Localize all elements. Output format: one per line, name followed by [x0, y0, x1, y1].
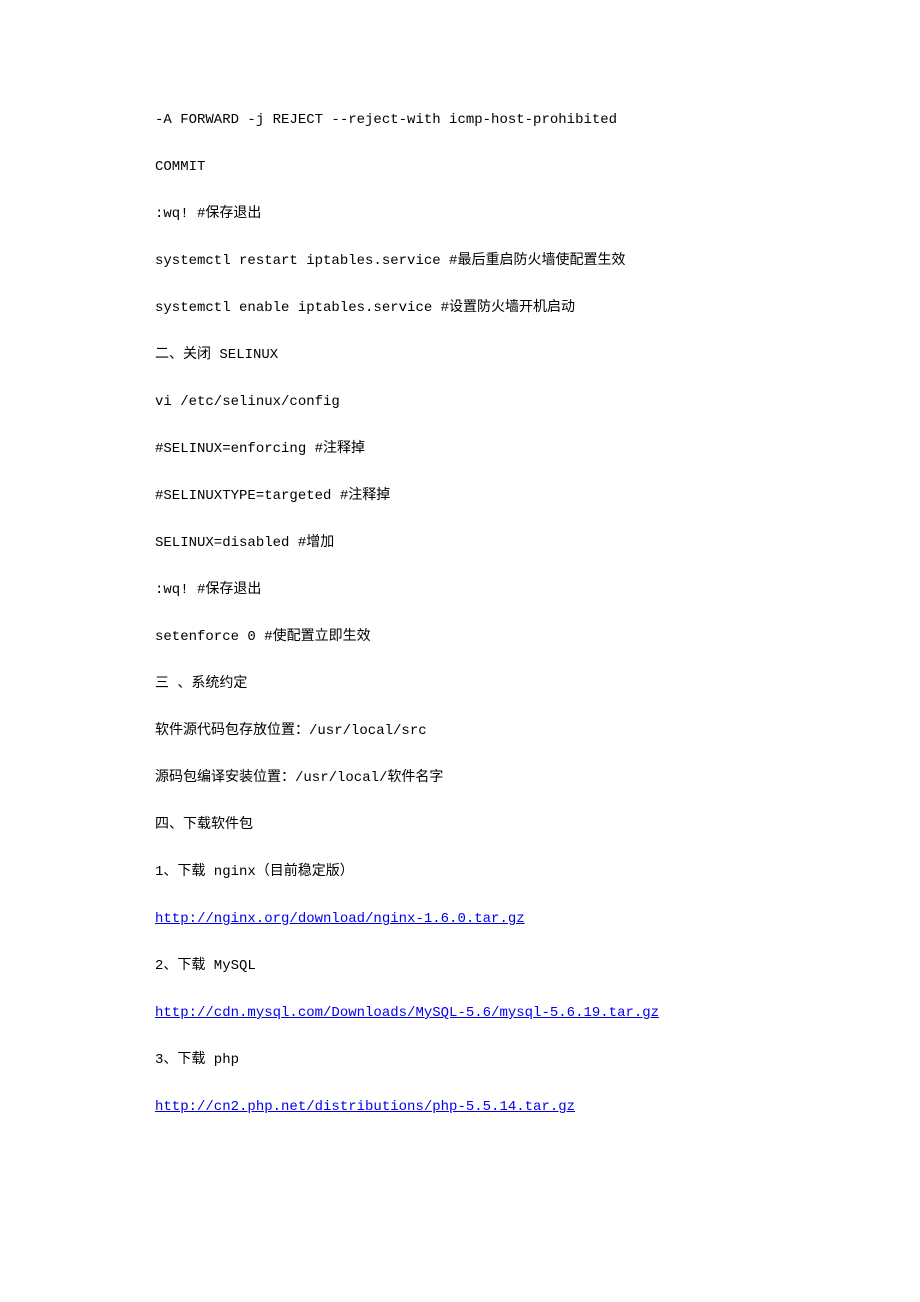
- text-line: setenforce 0 #使配置立即生效: [155, 627, 765, 648]
- text-line: :wq! #保存退出: [155, 204, 765, 225]
- section-heading: 四、下载软件包: [155, 815, 765, 836]
- section-heading: 二、关闭 SELINUX: [155, 345, 765, 366]
- text-line: SELINUX=disabled #增加: [155, 533, 765, 554]
- text-line: #SELINUX=enforcing #注释掉: [155, 439, 765, 460]
- text-line: 2、下载 MySQL: [155, 956, 765, 977]
- download-link-php[interactable]: http://cn2.php.net/distributions/php-5.5…: [155, 1099, 575, 1115]
- download-link-nginx[interactable]: http://nginx.org/download/nginx-1.6.0.ta…: [155, 911, 525, 927]
- text-line: systemctl restart iptables.service #最后重启…: [155, 251, 765, 272]
- text-line: 软件源代码包存放位置：/usr/local/src: [155, 721, 765, 742]
- text-line: vi /etc/selinux/config: [155, 392, 765, 413]
- text-line: systemctl enable iptables.service #设置防火墙…: [155, 298, 765, 319]
- text-line: COMMIT: [155, 157, 765, 178]
- text-line: :wq! #保存退出: [155, 580, 765, 601]
- text-line: 3、下载 php: [155, 1050, 765, 1071]
- section-heading: 三 、系统约定: [155, 674, 765, 695]
- text-line: 源码包编译安装位置：/usr/local/软件名字: [155, 768, 765, 789]
- download-link-mysql[interactable]: http://cdn.mysql.com/Downloads/MySQL-5.6…: [155, 1005, 659, 1021]
- text-line: -A FORWARD -j REJECT --reject-with icmp-…: [155, 110, 765, 131]
- text-line: 1、下载 nginx（目前稳定版）: [155, 862, 765, 883]
- text-line: #SELINUXTYPE=targeted #注释掉: [155, 486, 765, 507]
